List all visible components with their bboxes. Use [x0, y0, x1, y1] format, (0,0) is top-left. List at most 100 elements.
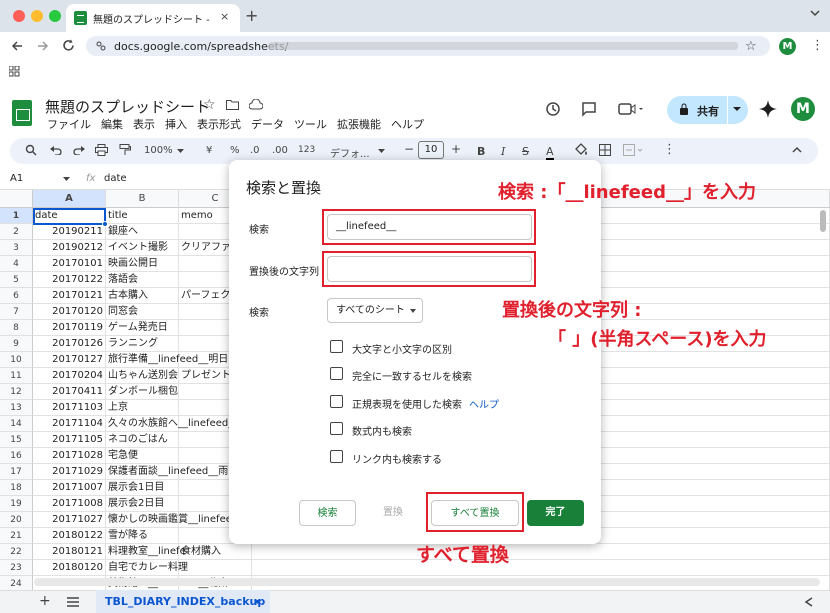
- cell-b[interactable]: ランニング: [106, 336, 179, 352]
- menu-extensions[interactable]: 拡張機能: [337, 116, 381, 132]
- row-header[interactable]: 23: [0, 560, 33, 576]
- cell-a[interactable]: 20170411: [33, 384, 106, 400]
- row-header[interactable]: 2: [0, 224, 33, 240]
- fill-color-icon[interactable]: [574, 143, 588, 157]
- cell-a[interactable]: 20170122: [33, 272, 106, 288]
- cell-b[interactable]: 自宅でカレー料理: [106, 560, 188, 576]
- forward-icon[interactable]: [37, 40, 49, 52]
- sheets-logo-icon[interactable]: [12, 100, 32, 126]
- cell-a[interactable]: 20171008: [33, 496, 106, 512]
- cell-b[interactable]: ゲーム発売日: [106, 320, 179, 336]
- row-header[interactable]: 15: [0, 432, 33, 448]
- find-button[interactable]: 検索: [299, 500, 356, 526]
- minimize-window-dot[interactable]: [31, 10, 43, 22]
- row-header[interactable]: 11: [0, 368, 33, 384]
- cell-b[interactable]: 保護者面談__linefeed__雨で: [106, 464, 238, 480]
- cell-a[interactable]: 20171027: [33, 512, 106, 528]
- cell-b[interactable]: title: [106, 208, 179, 224]
- cell-a[interactable]: 20171104: [33, 416, 106, 432]
- font-select[interactable]: デフォ...: [330, 145, 370, 160]
- redo-icon[interactable]: [73, 145, 85, 155]
- empty-cells[interactable]: [252, 544, 830, 560]
- cell-a[interactable]: 20190212: [33, 240, 106, 256]
- cell-b[interactable]: イベント撮影: [106, 240, 179, 256]
- cell-a[interactable]: 20171103: [33, 400, 106, 416]
- cell-b[interactable]: 久々の水族館へ__linefeed_: [106, 416, 233, 432]
- cell-b[interactable]: 料理教室__linefe: [106, 544, 186, 560]
- apps-grid-icon[interactable]: [9, 66, 20, 77]
- row-header[interactable]: 1: [0, 208, 33, 224]
- borders-icon[interactable]: [599, 144, 611, 156]
- font-size-decrease-button[interactable]: −: [404, 142, 414, 156]
- add-sheet-button[interactable]: +: [39, 593, 51, 609]
- cell-b[interactable]: 上京: [106, 400, 179, 416]
- fill-handle[interactable]: [102, 221, 108, 227]
- cell-b[interactable]: 古本購入: [106, 288, 179, 304]
- menu-format[interactable]: 表示形式: [197, 116, 241, 132]
- cell-b[interactable]: 銀座へ: [106, 224, 179, 240]
- bold-button[interactable]: B: [477, 145, 485, 158]
- search-links-checkbox[interactable]: [330, 450, 343, 463]
- cell-a[interactable]: 20170204: [33, 368, 106, 384]
- text-color-button[interactable]: A: [546, 145, 554, 160]
- row-header[interactable]: 20: [0, 512, 33, 528]
- cell-b[interactable]: 旅行準備__linefeed__明日は: [106, 352, 238, 368]
- cell-a[interactable]: 20170119: [33, 320, 106, 336]
- cell-a[interactable]: 20170120: [33, 304, 106, 320]
- italic-button[interactable]: I: [501, 145, 505, 158]
- more-tools-icon[interactable]: ⋮: [663, 142, 676, 157]
- select-all-corner[interactable]: [0, 190, 33, 208]
- cell-a[interactable]: 20171105: [33, 432, 106, 448]
- font-size-increase-button[interactable]: +: [451, 142, 461, 156]
- cell-b[interactable]: 落語会: [106, 272, 179, 288]
- cell-b[interactable]: 懐かしの映画鑑賞__linefeed: [106, 512, 238, 528]
- column-header-a[interactable]: A: [33, 190, 106, 208]
- row-header[interactable]: 13: [0, 400, 33, 416]
- cloud-status-icon[interactable]: [249, 99, 263, 110]
- font-dropdown-icon[interactable]: [378, 149, 385, 153]
- cell-a[interactable]: 20170101: [33, 256, 106, 272]
- row-header[interactable]: 12: [0, 384, 33, 400]
- menu-tools[interactable]: ツール: [294, 116, 327, 132]
- row-header[interactable]: 8: [0, 320, 33, 336]
- cell-c[interactable]: 食材購入: [179, 544, 252, 560]
- move-folder-icon[interactable]: [226, 99, 239, 110]
- explore-icon[interactable]: [804, 597, 814, 607]
- match-entire-cell-checkbox[interactable]: [330, 367, 343, 380]
- column-header-b[interactable]: B: [106, 190, 179, 208]
- menu-data[interactable]: データ: [251, 116, 284, 132]
- cell-b[interactable]: 展示会1日目: [106, 480, 179, 496]
- row-header[interactable]: 6: [0, 288, 33, 304]
- done-button[interactable]: 完了: [527, 500, 584, 526]
- cell-b[interactable]: 映画公開日: [106, 256, 179, 272]
- search-formulas-checkbox[interactable]: [330, 422, 343, 435]
- row-header[interactable]: 19: [0, 496, 33, 512]
- history-icon[interactable]: [545, 101, 561, 117]
- star-icon[interactable]: ☆: [203, 97, 216, 113]
- cell-a[interactable]: 20171028: [33, 448, 106, 464]
- close-window-dot[interactable]: [13, 10, 25, 22]
- cell-a[interactable]: 20180121: [33, 544, 106, 560]
- row-header[interactable]: 17: [0, 464, 33, 480]
- empty-cells[interactable]: [252, 560, 830, 576]
- bookmark-star-icon[interactable]: ☆: [745, 39, 757, 54]
- comment-icon[interactable]: [581, 101, 597, 117]
- print-icon[interactable]: [95, 144, 108, 156]
- doc-title[interactable]: 無題のスプレッドシート: [45, 96, 210, 117]
- menu-insert[interactable]: 挿入: [165, 116, 187, 132]
- row-header[interactable]: 5: [0, 272, 33, 288]
- undo-icon[interactable]: [50, 145, 62, 155]
- sheet-tab-dropdown-icon[interactable]: [254, 600, 261, 604]
- tab-search-icon[interactable]: [808, 6, 822, 20]
- menu-help[interactable]: ヘルプ: [391, 116, 424, 132]
- percent-format-button[interactable]: %: [230, 145, 240, 156]
- cell-b[interactable]: ダンボール梱包: [106, 384, 179, 400]
- cell-a[interactable]: 20190211: [33, 224, 106, 240]
- zoom-dropdown-icon[interactable]: [177, 149, 184, 153]
- paint-format-icon[interactable]: [119, 144, 131, 156]
- number-format-button[interactable]: 123: [298, 145, 315, 155]
- currency-format-button[interactable]: ¥: [206, 145, 212, 156]
- all-sheets-icon[interactable]: [67, 597, 79, 607]
- close-tab-icon[interactable]: ×: [220, 10, 229, 23]
- horizontal-scrollbar[interactable]: [34, 578, 820, 586]
